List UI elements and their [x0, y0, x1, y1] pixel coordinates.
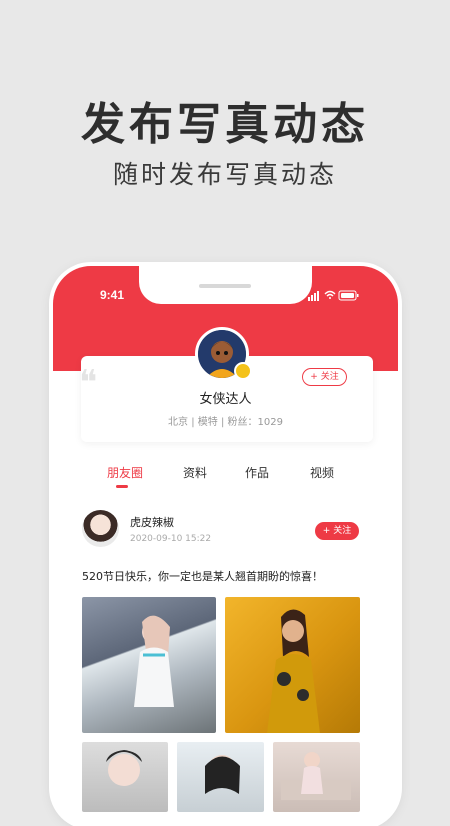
- vip-crown-icon: [234, 362, 252, 380]
- wifi-icon: [324, 290, 336, 299]
- post-timestamp: 2020-09-10 15:22: [130, 534, 212, 544]
- post-follow-button[interactable]: + 关注: [315, 522, 359, 540]
- tab-works[interactable]: 作品: [245, 464, 269, 481]
- profile-follow-button[interactable]: + 关注: [302, 368, 347, 386]
- post-photo-4[interactable]: [177, 742, 264, 812]
- profile-meta: 北京 | 模特 | 粉丝：1029: [168, 417, 283, 428]
- status-icons: [308, 289, 360, 301]
- post-photo-3[interactable]: [82, 742, 168, 812]
- post-photo-5[interactable]: [273, 742, 360, 812]
- notch-speaker: [199, 284, 251, 288]
- status-time: 9:41: [100, 288, 125, 302]
- promo-subtitle: 随时发布写真动态: [112, 160, 337, 189]
- post-author-avatar[interactable]: [82, 510, 119, 547]
- battery-icon: [338, 290, 359, 301]
- active-tab-indicator: [116, 485, 128, 488]
- profile-tabs: 朋友圈 资料 作品 视频: [53, 464, 398, 486]
- profile-nickname: 女侠达人: [199, 392, 252, 407]
- post-author-name[interactable]: 虎皮辣椒: [130, 514, 174, 530]
- post-text: 520节日快乐，你一定也是某人翘首期盼的惊喜！: [82, 570, 323, 583]
- signal-icon: [308, 291, 319, 301]
- promo-title: 发布写真动态: [81, 99, 369, 150]
- tab-videos[interactable]: 视频: [310, 464, 334, 481]
- tab-profile[interactable]: 资料: [183, 464, 207, 481]
- tab-moments[interactable]: 朋友圈: [107, 464, 143, 481]
- post-photo-2[interactable]: [225, 597, 360, 733]
- phone-frame: 9:41 ❝ + 关注 女侠达人 北京 | 模特 | 粉丝：1029 朋友圈 资…: [53, 266, 398, 826]
- post-photo-1[interactable]: [82, 597, 216, 733]
